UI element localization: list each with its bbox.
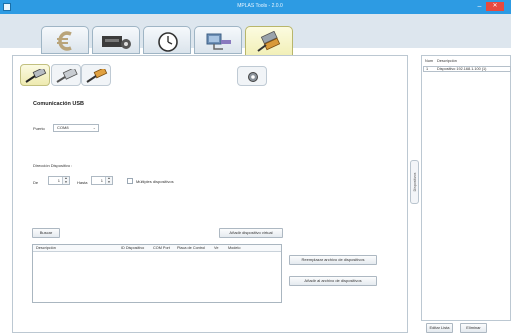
gear-icon [248, 72, 258, 82]
column-header[interactable]: ID Dispositivo [121, 246, 144, 250]
tab-money-device[interactable] [92, 26, 140, 54]
to-stepper[interactable]: 1 ▲ ▼ [91, 176, 113, 185]
multi-device-label: Múltiples dispositivos [136, 179, 174, 184]
clock-icon [158, 32, 178, 52]
from-value: 1 [57, 178, 60, 183]
cable-icon [257, 31, 281, 52]
replace-file-button[interactable]: Reemplazar archivo de dispositivos [289, 255, 377, 265]
window-title: MPLAS Tools - 2.0.0 [237, 3, 283, 9]
device-num: 1 [426, 67, 429, 71]
port-select[interactable]: COM8 ⌄ [53, 124, 99, 132]
settings-tab[interactable] [237, 66, 267, 86]
tab-clock[interactable] [143, 26, 191, 54]
edit-list-button[interactable]: Editar Lista [426, 323, 453, 333]
delete-button[interactable]: Eliminar [460, 323, 487, 333]
add-to-file-button[interactable]: Añadir al archivo de dispositivos [289, 276, 377, 286]
devices-dock-tab[interactable]: Dispositivos [410, 160, 419, 204]
usb-section-title: Comunicación USB [33, 101, 85, 107]
search-button[interactable]: Buscar [32, 228, 60, 238]
from-stepper[interactable]: 1 ▲ ▼ [48, 176, 70, 185]
column-header[interactable]: Placa de Control [177, 246, 205, 250]
device-grid[interactable]: Descripción ID Dispositivo COM Port Plac… [32, 244, 282, 303]
usb-cable-icon [25, 69, 47, 83]
ethernet-cable-icon [86, 69, 108, 83]
chevron-down-icon: ⌄ [92, 125, 96, 130]
device-list-header: Num Descripción [423, 59, 511, 66]
from-label: De [33, 180, 39, 185]
to-label: Hasta [77, 180, 88, 185]
port-value: COM8 [57, 125, 69, 130]
device-desc: Dispositivo 192.168.1.100 (1) [437, 67, 487, 71]
list-item[interactable]: 1 Dispositivo 192.168.1.100 (1) [423, 66, 511, 72]
title-bar: MPLAS Tools - 2.0.0 – ✕ [0, 0, 511, 14]
close-button[interactable]: ✕ [486, 2, 504, 11]
column-header[interactable]: Ve [214, 246, 218, 250]
column-header[interactable]: Descripción [36, 246, 56, 250]
column-header[interactable]: Descripción [437, 59, 457, 63]
subtab-usb[interactable] [20, 64, 50, 86]
grid-header: Descripción ID Dispositivo COM Port Plac… [33, 245, 281, 252]
to-value: 1 [100, 178, 103, 183]
column-header[interactable]: COM Port [153, 246, 170, 250]
tab-cables[interactable] [245, 26, 293, 56]
multi-device-checkbox[interactable] [127, 178, 133, 184]
stepper-arrows-icon[interactable]: ▲ ▼ [62, 176, 69, 184]
dock-tab-label: Dispositivos [413, 172, 417, 192]
euro-icon [57, 31, 72, 51]
add-virtual-device-button[interactable]: Añadir dispositivo virtual [219, 228, 283, 238]
stepper-arrows-icon[interactable]: ▲ ▼ [105, 176, 112, 184]
address-section-title: Dirección Dispositivo : [33, 163, 73, 168]
tab-currency[interactable] [41, 26, 89, 54]
cash-device-icon [102, 36, 131, 49]
tab-network[interactable] [194, 26, 242, 54]
port-label: Puerto [33, 126, 45, 131]
column-header[interactable]: Modelo [228, 246, 240, 250]
column-header[interactable]: Num [425, 59, 433, 63]
device-list-panel: Num Descripción 1 Dispositivo 192.168.1.… [421, 55, 511, 321]
app-icon [3, 3, 11, 11]
serial-cable-icon [56, 69, 78, 83]
minimize-button[interactable]: – [474, 2, 485, 11]
subtab-serial[interactable] [51, 64, 81, 86]
subtab-ethernet[interactable] [81, 64, 111, 86]
network-icon [206, 33, 231, 50]
